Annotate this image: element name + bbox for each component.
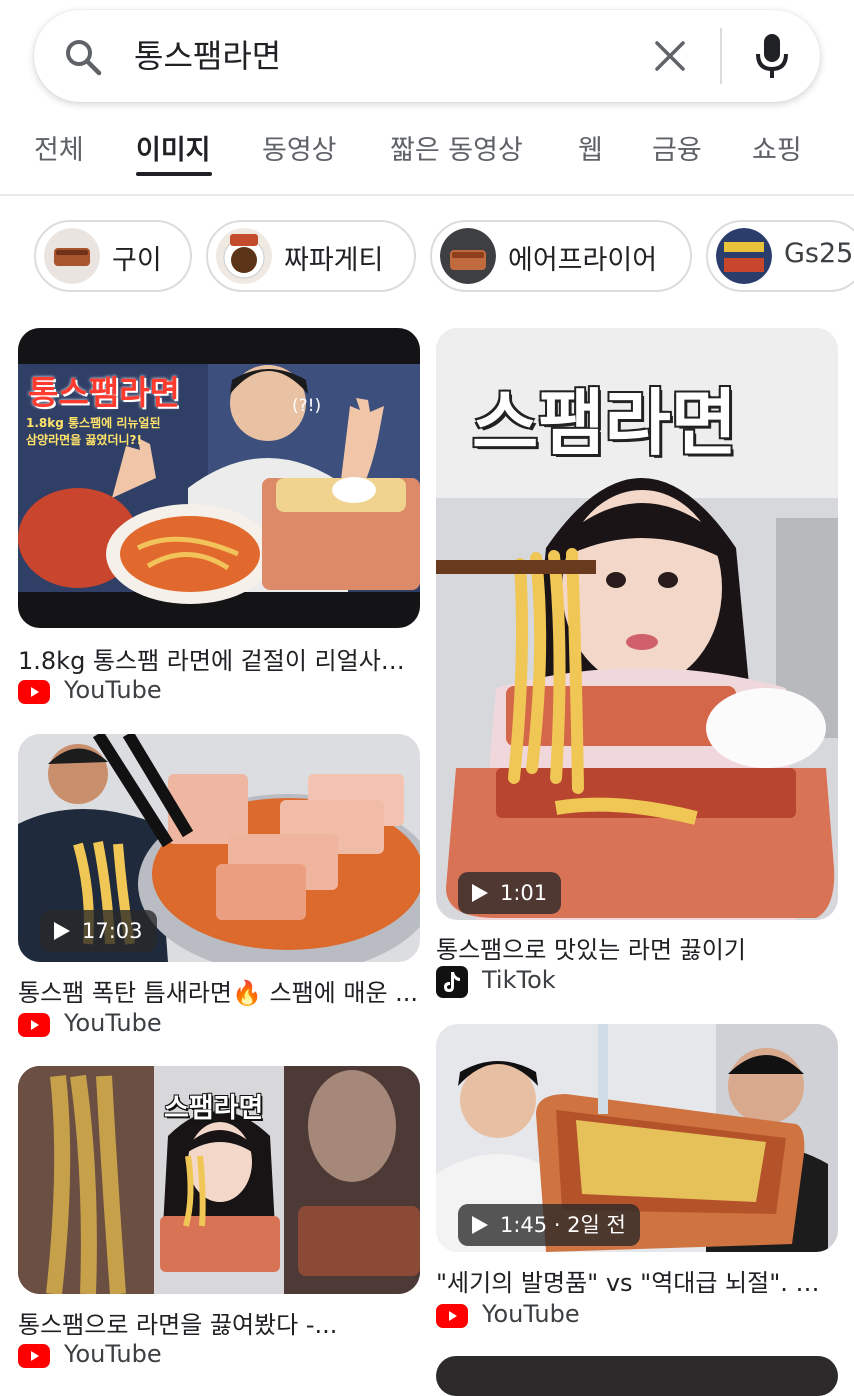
result-source[interactable]: YouTube bbox=[18, 1340, 318, 1374]
chip-label: 짜파게티 bbox=[284, 245, 384, 276]
result-caption[interactable]: "세기의 발명품" vs "역대급 뇌절". 통... bbox=[436, 1263, 840, 1298]
thumbnail-title: 스팸라면 bbox=[472, 381, 737, 465]
tab-web[interactable]: 웹 bbox=[578, 128, 603, 167]
thumbnail-title: 통스팸라면 bbox=[28, 373, 180, 412]
result-thumbnail[interactable]: 스팸라면 1:01 bbox=[436, 328, 838, 920]
thumbnail-title: 스팸라면 bbox=[164, 1093, 264, 1124]
result-thumbnail[interactable]: 1:45 · 2일 전 bbox=[436, 1024, 838, 1252]
tab-all[interactable]: 전체 bbox=[34, 128, 84, 167]
chip-label: 에어프라이어 bbox=[508, 245, 658, 276]
video-duration: 1:01 bbox=[500, 881, 548, 905]
search-tabs: 전체 이미지 동영상 짧은 동영상 웹 금융 쇼핑 bbox=[0, 122, 854, 192]
result-source[interactable]: YouTube bbox=[18, 676, 318, 710]
source-name: TikTok bbox=[482, 966, 556, 994]
result-source[interactable]: YouTube bbox=[18, 1009, 318, 1043]
video-duration: 17:03 bbox=[82, 919, 143, 943]
result-caption[interactable]: 통스팸으로 라면을 끓여봤다 -... bbox=[18, 1305, 422, 1340]
chip-label: 구이 bbox=[112, 245, 162, 276]
result-source[interactable]: YouTube bbox=[436, 1300, 736, 1334]
microphone-icon[interactable] bbox=[752, 32, 792, 80]
thumbnail-tag: (?!) bbox=[292, 396, 322, 416]
result-thumbnail[interactable]: 스팸라면 bbox=[18, 1066, 420, 1294]
youtube-icon bbox=[18, 680, 50, 704]
thumbnail-subtitle: 삼양라면을 끓였더니?! bbox=[26, 433, 142, 447]
search-divider bbox=[720, 28, 722, 84]
thumbnail-image bbox=[436, 1356, 838, 1396]
video-duration-badge: 1:45 · 2일 전 bbox=[458, 1204, 640, 1246]
result-caption[interactable]: 통스팸 폭탄 틈새라면🔥 스팸에 매운 ... bbox=[18, 973, 422, 1008]
thumbnail-subtitle: 1.8kg 통스팸에 리뉴얼된 bbox=[26, 416, 161, 430]
video-duration-badge: 1:01 bbox=[458, 872, 562, 914]
result-thumbnail[interactable] bbox=[436, 1356, 838, 1396]
chip-grill[interactable]: 구이 bbox=[34, 220, 192, 292]
chip-thumbnail bbox=[216, 228, 272, 284]
tab-finance[interactable]: 금융 bbox=[652, 128, 702, 167]
clear-icon[interactable] bbox=[652, 38, 688, 74]
result-thumbnail[interactable]: 17:03 bbox=[18, 734, 420, 962]
youtube-icon bbox=[436, 1304, 468, 1328]
result-caption[interactable]: 통스팸으로 맛있는 라면 끓이기 bbox=[436, 930, 840, 965]
youtube-icon bbox=[18, 1013, 50, 1037]
tabs-divider bbox=[0, 194, 854, 196]
play-icon bbox=[472, 1216, 488, 1234]
tiktok-icon bbox=[436, 966, 468, 998]
search-bar[interactable]: 통스팸라면 bbox=[34, 10, 820, 102]
chip-jjapaghetti[interactable]: 짜파게티 bbox=[206, 220, 416, 292]
chip-label: Gs25 bbox=[784, 238, 854, 269]
chip-thumbnail bbox=[44, 228, 100, 284]
source-name: YouTube bbox=[64, 1009, 162, 1037]
result-caption[interactable]: 1.8kg 통스팸 라면에 겉절이 리얼사운... bbox=[18, 641, 422, 676]
tab-videos[interactable]: 동영상 bbox=[262, 128, 337, 167]
tab-short-videos[interactable]: 짧은 동영상 bbox=[390, 128, 523, 167]
chip-thumbnail bbox=[440, 228, 496, 284]
play-icon bbox=[472, 884, 488, 902]
source-name: YouTube bbox=[64, 676, 162, 704]
tab-shopping[interactable]: 쇼핑 bbox=[752, 128, 802, 167]
chip-air-fryer[interactable]: 에어프라이어 bbox=[430, 220, 692, 292]
search-input[interactable]: 통스팸라면 bbox=[134, 32, 281, 80]
chip-thumbnail bbox=[716, 228, 772, 284]
chip-gs25[interactable]: Gs25 bbox=[706, 220, 854, 292]
result-source[interactable]: TikTok bbox=[436, 966, 736, 1000]
video-duration-badge: 17:03 bbox=[40, 910, 157, 952]
play-icon bbox=[54, 922, 70, 940]
result-thumbnail[interactable]: 통스팸라면 1.8kg 통스팸에 리뉴얼된 삼양라면을 끓였더니?! (?!) bbox=[18, 328, 420, 628]
tab-images[interactable]: 이미지 bbox=[136, 128, 211, 167]
search-icon[interactable] bbox=[64, 38, 102, 76]
active-tab-indicator bbox=[136, 172, 212, 176]
source-name: YouTube bbox=[482, 1300, 580, 1328]
youtube-icon bbox=[18, 1344, 50, 1368]
video-duration: 1:45 · 2일 전 bbox=[500, 1213, 626, 1237]
